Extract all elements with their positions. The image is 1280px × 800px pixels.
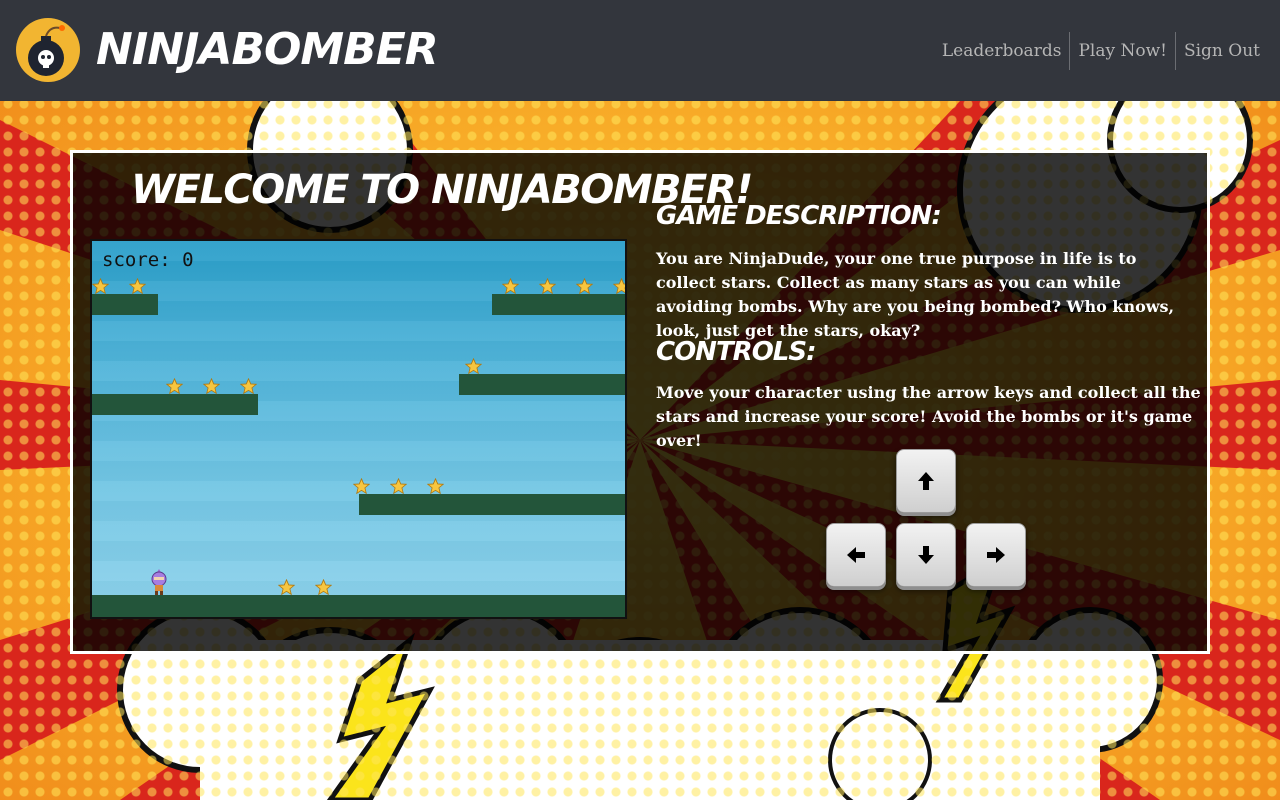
welcome-panel: WELCOME TO NINJABOMBER! score: 0 GAME DE… <box>70 150 1210 654</box>
down-arrow-key <box>896 523 956 587</box>
right-arrow-key <box>966 523 1026 587</box>
bomb-skull-icon[interactable] <box>16 18 80 82</box>
game-ground <box>92 595 625 617</box>
main-nav: Leaderboards Play Now! Sign Out <box>934 32 1268 70</box>
arrow-right-icon <box>987 547 1005 563</box>
star-icon <box>315 579 332 596</box>
star-icon <box>129 278 146 295</box>
top-navbar: NINJABOMBER Leaderboards Play Now! Sign … <box>0 0 1280 101</box>
star-icon <box>92 278 109 295</box>
game-platform <box>492 294 625 315</box>
star-icon <box>465 358 482 375</box>
arrow-down-icon <box>918 546 934 564</box>
game-description-title: GAME DESCRIPTION: <box>656 201 942 231</box>
star-icon <box>613 278 625 295</box>
star-icon <box>278 579 295 596</box>
star-icon <box>240 378 257 395</box>
game-platform <box>92 294 158 315</box>
left-arrow-key <box>826 523 886 587</box>
star-icon <box>353 478 370 495</box>
controls-title: CONTROLS: <box>656 337 816 367</box>
game-platform <box>359 494 625 515</box>
star-icon <box>203 378 220 395</box>
star-icon <box>427 478 444 495</box>
star-icon <box>166 378 183 395</box>
game-canvas[interactable]: score: 0 <box>90 239 627 619</box>
up-arrow-key <box>896 449 956 513</box>
nav-sign-out-link[interactable]: Sign Out <box>1176 32 1268 70</box>
nav-play-now-link[interactable]: Play Now! <box>1070 32 1175 70</box>
arrow-up-icon <box>918 472 934 490</box>
ninja-player-icon <box>151 569 167 595</box>
star-icon <box>539 278 556 295</box>
star-icon <box>390 478 407 495</box>
brand-title[interactable]: NINJABOMBER <box>96 22 439 78</box>
star-icon <box>576 278 593 295</box>
game-score: score: 0 <box>102 249 194 271</box>
game-platform <box>92 394 258 415</box>
arrow-left-icon <box>847 547 865 563</box>
star-icon <box>502 278 519 295</box>
game-platform <box>459 374 625 395</box>
nav-leaderboards-link[interactable]: Leaderboards <box>934 32 1070 70</box>
controls-text: Move your character using the arrow keys… <box>656 383 1201 450</box>
game-description-text: You are NinjaDude, your one true purpose… <box>656 249 1175 340</box>
